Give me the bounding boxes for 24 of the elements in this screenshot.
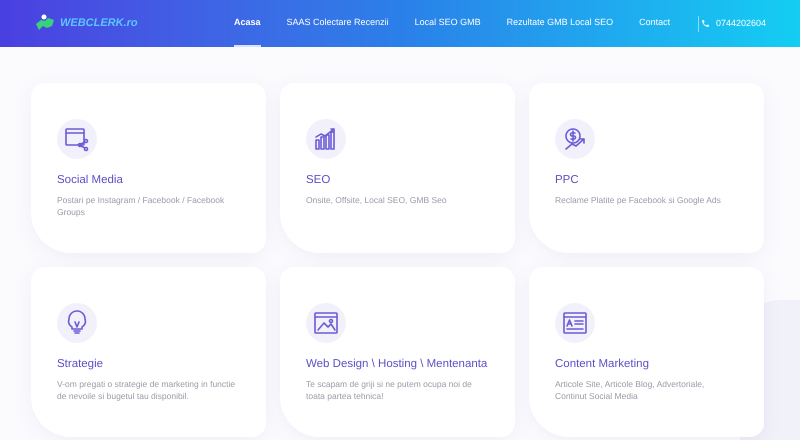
browser-share-icon	[64, 126, 90, 152]
service-description: Te scapam de griji si ne putem ocupa noi de toata partea tehnica!	[306, 378, 473, 402]
nav-link[interactable]: SAAS Colectare Recenzii	[286, 0, 389, 47]
service-description: V-om pregati o strategie de marketing in functie de nevoile si bugetul tau disponibil.	[57, 378, 236, 402]
dollar-growth-icon	[562, 126, 588, 152]
nav-link[interactable]: Acasa	[234, 0, 261, 47]
phone-icon	[700, 19, 710, 28]
image-window-icon	[313, 310, 339, 336]
service-title: SEO	[306, 173, 332, 188]
nav-link[interactable]: Rezultate GMB Local SEO	[506, 0, 614, 47]
service-description: Postari pe Instagram / Facebook / Facebook Groups	[57, 194, 226, 218]
service-title: Content Marketing	[555, 357, 650, 372]
nav-link[interactable]: Contact	[639, 0, 670, 47]
service-title: Social Media	[57, 173, 124, 188]
service-description: Reclame Platite pe Facebook si Google Ads	[555, 194, 722, 206]
logo-text: WEBCLERK.ro	[60, 16, 138, 32]
service-title: Web Design \ Hosting \ Mentenanta	[306, 357, 488, 372]
service-title: Strategie	[57, 357, 104, 372]
document-window-icon	[562, 310, 588, 336]
phone-number[interactable]: 0744202604	[716, 16, 766, 30]
service-description: Onsite, Offsite, Local SEO, GMB Seo	[306, 194, 448, 206]
nav-link[interactable]: Local SEO GMB	[414, 0, 481, 47]
service-title: PPC	[555, 173, 580, 188]
service-description: Articole Site, Articole Blog, Advertoriale, Continut Social Media	[555, 378, 706, 402]
